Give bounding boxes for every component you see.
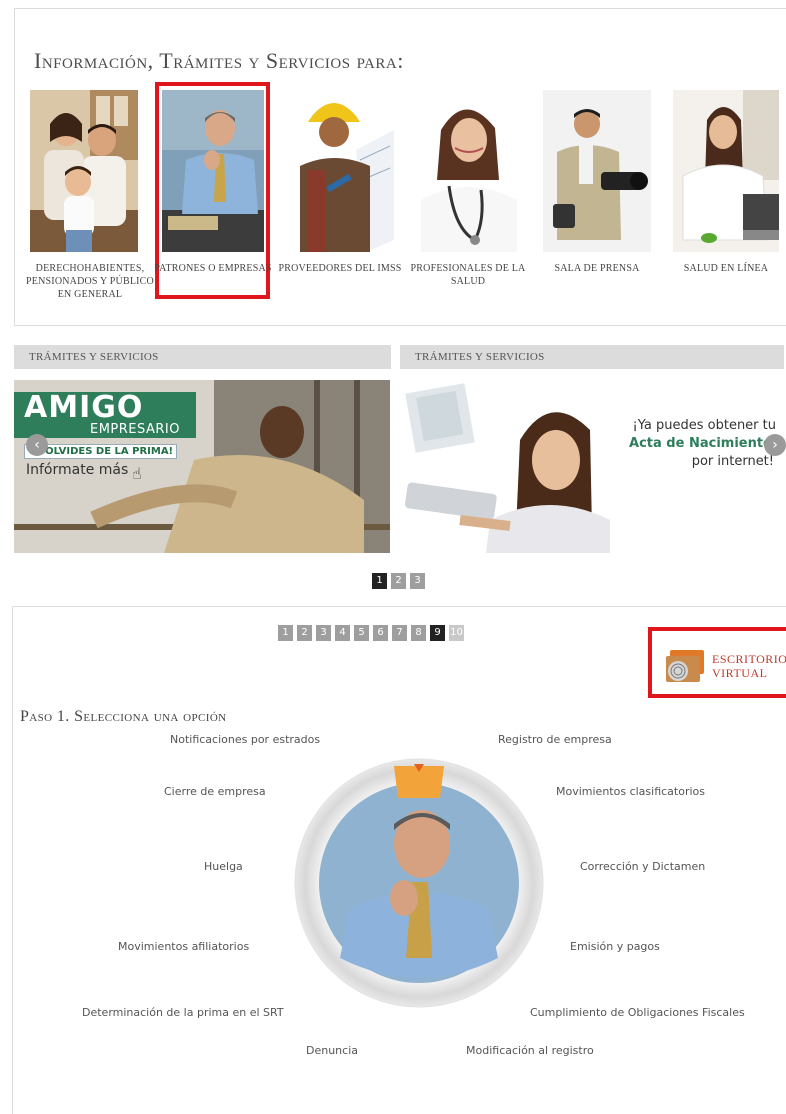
step-page-7[interactable]: 7: [392, 625, 407, 641]
audience-card-patrones[interactable]: [162, 90, 270, 252]
step-page-10[interactable]: 10: [449, 625, 464, 641]
carousel-next-arrow[interactable]: ›: [764, 434, 786, 456]
carousel-prev-arrow[interactable]: ‹: [26, 434, 48, 456]
step-page-5[interactable]: 5: [354, 625, 369, 641]
fingerprint-folder-icon: [666, 650, 704, 682]
audience-label-profesionales[interactable]: Profesionales de la salud: [404, 262, 532, 288]
section-title: Información, Trámites y Servicios para:: [34, 48, 404, 73]
family-photo: [30, 90, 138, 252]
step-page-6[interactable]: 6: [373, 625, 388, 641]
escritorio-virtual-button[interactable]: [662, 646, 706, 684]
banner-acta-nacimiento[interactable]: ¡Ya puedes obtener tu Acta de Nacimiento…: [400, 380, 786, 553]
dial-graphic: [294, 758, 544, 1008]
option-movimientos-clasificatorios[interactable]: Movimientos clasificatorios: [556, 785, 705, 798]
carousel-pagination: 123: [372, 568, 429, 589]
escritorio-line2[interactable]: Virtual: [712, 666, 767, 681]
step-page-4[interactable]: 4: [335, 625, 350, 641]
option-cumplimiento-obligaciones[interactable]: Cumplimiento de Obligaciones Fiscales: [530, 1006, 745, 1019]
option-emision-pagos[interactable]: Emisión y pagos: [570, 940, 660, 953]
option-correccion-dictamen[interactable]: Corrección y Dictamen: [580, 860, 705, 873]
amigo-brand: AMIGO: [24, 390, 144, 425]
option-denuncia[interactable]: Denuncia: [306, 1044, 358, 1057]
banner-amigo-empresario[interactable]: AMIGO EMPRESARIO TE OLVIDES DE LA PRIMA!…: [14, 380, 390, 553]
audience-label-derechohabientes[interactable]: Derechohabientes, pensionados y público …: [26, 262, 154, 301]
amigo-cta[interactable]: Infórmate más: [26, 462, 128, 478]
acta-line2: Acta de Nacimiento: [629, 436, 772, 451]
photographer-photo: [543, 90, 651, 252]
audience-label-patrones[interactable]: Patrones o Empresas: [149, 262, 277, 275]
step-pagination: 1 2 3 4 5 6 7 8 9 10: [278, 620, 468, 641]
acta-line3: por internet!: [691, 454, 774, 469]
acta-line1: ¡Ya puedes obtener tu: [632, 418, 776, 433]
businessman-photo: [162, 90, 264, 252]
option-cierre-empresa[interactable]: Cierre de empresa: [164, 785, 266, 798]
audience-card-proveedores[interactable]: [286, 90, 394, 252]
step-page-1[interactable]: 1: [278, 625, 293, 641]
audience-label-proveedores[interactable]: Proveedores del IMSS: [276, 262, 404, 275]
worker-photo: [286, 90, 394, 252]
doctor-woman-photo: [415, 90, 523, 252]
option-determinacion-prima[interactable]: Determinación de la prima en el SRT: [82, 1006, 284, 1019]
hand-pointer-icon: ☝: [132, 464, 142, 483]
audience-label-salud-en-linea[interactable]: Salud en línea: [662, 262, 786, 275]
option-movimientos-afiliatorios[interactable]: Movimientos afiliatorios: [118, 940, 249, 953]
audience-card-salud-en-linea[interactable]: [673, 90, 779, 252]
doctor-computer-photo: [673, 90, 779, 252]
option-notificaciones[interactable]: Notificaciones por estrados: [170, 733, 320, 746]
tramites-bar-right: Trámites y servicios: [400, 345, 784, 369]
audience-card-derechohabientes[interactable]: [30, 90, 138, 252]
carousel-page-3[interactable]: 3: [410, 573, 425, 589]
step-page-3[interactable]: 3: [316, 625, 331, 641]
escritorio-line1[interactable]: Escritorio: [712, 652, 786, 667]
audience-card-prensa[interactable]: [543, 90, 651, 252]
carousel-page-1[interactable]: 1: [372, 573, 387, 589]
option-dial[interactable]: [294, 758, 544, 1008]
step-page-2[interactable]: 2: [297, 625, 312, 641]
amigo-brand-sub: EMPRESARIO: [90, 422, 181, 437]
carousel-page-2[interactable]: 2: [391, 573, 406, 589]
option-huelga[interactable]: Huelga: [204, 860, 243, 873]
step-page-8[interactable]: 8: [411, 625, 426, 641]
step-page-9[interactable]: 9: [430, 625, 445, 641]
audience-card-profesionales[interactable]: [415, 90, 523, 252]
tramites-bar-left: Trámites y servicios: [14, 345, 391, 369]
audience-label-prensa[interactable]: Sala de prensa: [533, 262, 661, 275]
step-title: Paso 1. Selecciona una opción: [20, 708, 227, 725]
option-modificacion-registro[interactable]: Modificación al registro: [466, 1044, 594, 1057]
option-registro-empresa[interactable]: Registro de empresa: [498, 733, 612, 746]
